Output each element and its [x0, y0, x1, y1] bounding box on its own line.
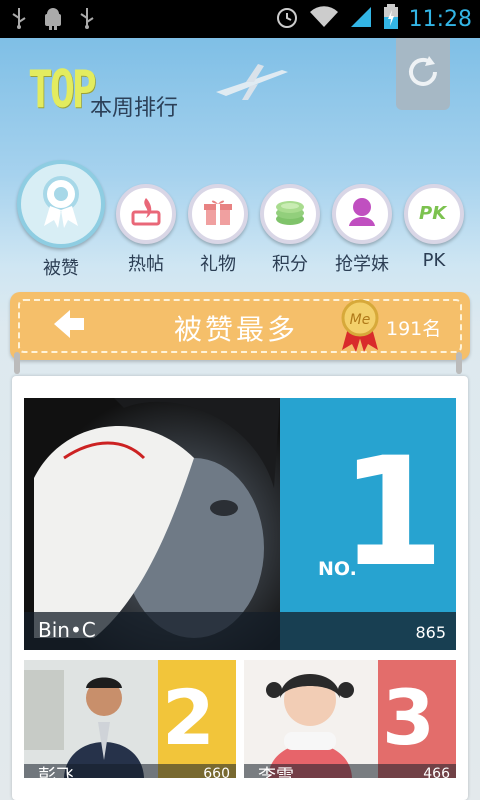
- refresh-button[interactable]: [396, 38, 450, 110]
- tab-likes-circle: [17, 160, 105, 248]
- tab-hot-posts[interactable]: 热帖: [114, 184, 178, 276]
- pk-icon: PK: [416, 200, 452, 228]
- tab-pk-label: PK: [422, 250, 446, 271]
- tab-grab-girl[interactable]: 抢学妹: [330, 184, 394, 276]
- tab-gifts-circle: [188, 184, 248, 244]
- my-rank: 191名: [386, 318, 442, 340]
- tab-grab-girl-label: 抢学妹: [335, 254, 389, 275]
- status-bar: 11:28: [0, 0, 480, 38]
- tab-pk[interactable]: PK PK: [402, 184, 466, 271]
- rank-3-number: 3: [382, 673, 435, 762]
- tab-hot-posts-circle: [116, 184, 176, 244]
- top-logo: TOP: [28, 60, 97, 120]
- airplane-icon: [212, 62, 292, 106]
- gift-icon: [203, 197, 233, 231]
- usb-icon: [10, 6, 28, 34]
- alarm-icon: [275, 4, 299, 34]
- usb-icon: [78, 6, 96, 34]
- tab-points-circle: [260, 184, 320, 244]
- rank-1-card[interactable]: NO. 1 Bin•C 865: [24, 398, 456, 650]
- tab-gifts-label: 礼物: [200, 254, 236, 275]
- rank-1-name: Bin•C: [38, 618, 96, 642]
- rank-1-score: 865: [415, 623, 446, 642]
- clock-time: 11:28: [408, 6, 472, 32]
- banner-pin-right: [456, 352, 462, 374]
- rank-3-name: 李雪: [258, 766, 294, 778]
- banner-pin-left: [14, 352, 20, 374]
- signal-icon: [349, 5, 373, 33]
- rank-1-caption: Bin•C 865: [24, 612, 456, 650]
- banner-title: 被赞最多: [174, 313, 299, 346]
- tab-points[interactable]: 积分: [258, 184, 322, 276]
- tab-grab-girl-circle: [332, 184, 392, 244]
- girl-icon: [347, 196, 377, 232]
- rank-3-avatar: [244, 660, 378, 778]
- tab-points-label: 积分: [272, 254, 308, 275]
- rank-2-name: 彭飞: [38, 766, 74, 778]
- rank-2-avatar: [24, 660, 158, 778]
- refresh-icon: [403, 52, 443, 96]
- tab-pk-circle: PK: [404, 184, 464, 244]
- rank-1-number: 1: [340, 426, 445, 600]
- wifi-icon: [309, 5, 339, 33]
- battery-icon: [383, 4, 399, 34]
- rank-3-score: 466: [423, 766, 450, 778]
- svg-text:Me: Me: [350, 312, 371, 328]
- rank-2-number: 2: [162, 673, 215, 762]
- svg-text:PK: PK: [419, 203, 448, 224]
- me-medal-icon: Me: [340, 298, 380, 358]
- android-icon: [42, 6, 64, 34]
- tab-hot-posts-label: 热帖: [128, 254, 164, 275]
- back-button[interactable]: [50, 306, 86, 346]
- flame-post-icon: [130, 196, 162, 232]
- rank-3-card[interactable]: 3 李雪 466: [244, 660, 456, 778]
- page-title: 本周排行: [90, 96, 179, 121]
- tab-gifts[interactable]: 礼物: [186, 184, 250, 276]
- back-arrow-icon: [50, 310, 86, 346]
- category-tabs: 被赞 热帖 礼物 积分 抢学妹 PK PK: [0, 160, 480, 280]
- ranking-banner: 被赞最多 Me 191名: [10, 292, 470, 360]
- rank-2-score: 660: [203, 766, 230, 778]
- tab-likes[interactable]: 被赞: [16, 160, 106, 280]
- coins-icon: [273, 197, 307, 231]
- medal-icon: [38, 174, 84, 234]
- rank-2-card[interactable]: 2 彭飞 660: [24, 660, 236, 778]
- tab-likes-label: 被赞: [43, 258, 79, 279]
